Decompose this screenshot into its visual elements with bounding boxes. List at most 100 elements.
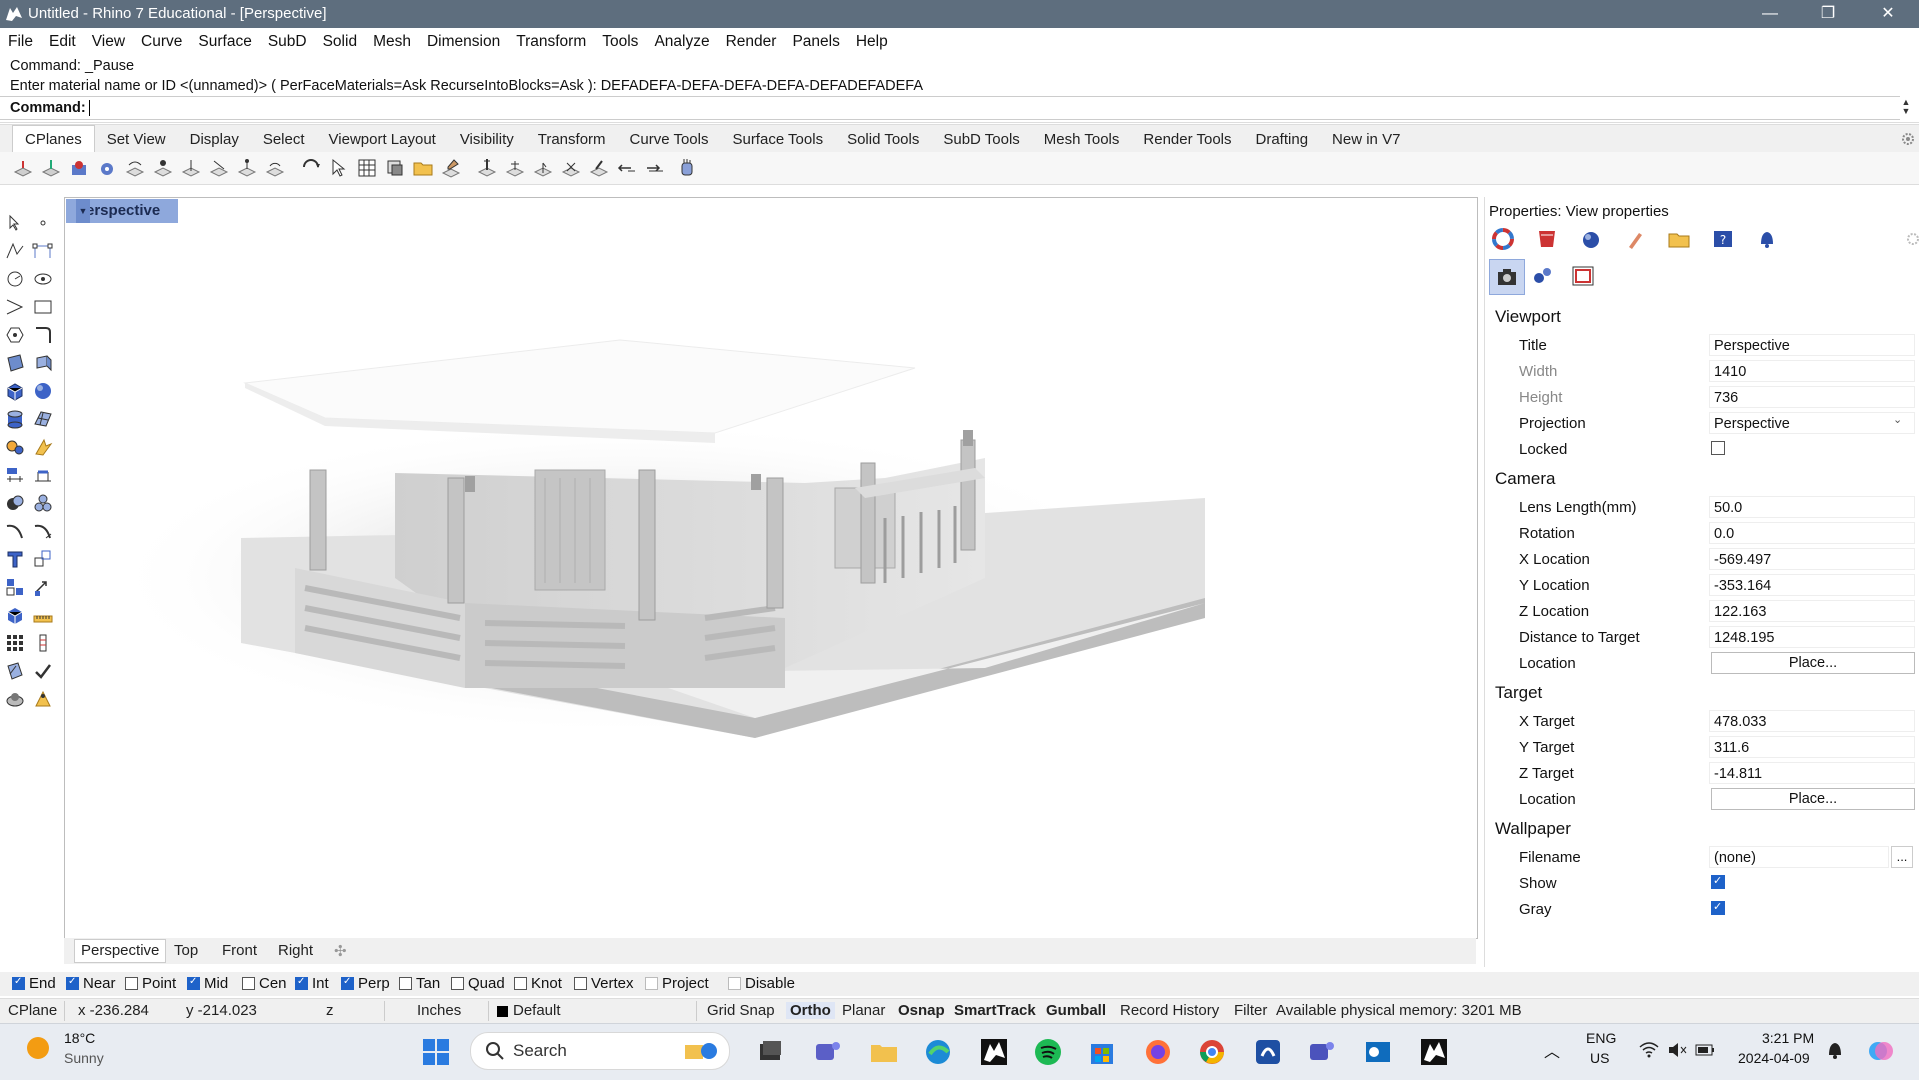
named-views-icon[interactable] bbox=[1531, 264, 1555, 288]
outlook-icon[interactable] bbox=[1362, 1036, 1394, 1068]
x-target-field[interactable]: 478.033 bbox=[1709, 710, 1915, 732]
gumball-toggle[interactable]: Gumball bbox=[1046, 1002, 1106, 1019]
dimension-icon[interactable] bbox=[4, 464, 26, 486]
language-secondary[interactable]: US bbox=[1590, 1050, 1609, 1066]
menu-render[interactable]: Render bbox=[718, 28, 785, 56]
menu-transform[interactable]: Transform bbox=[508, 28, 594, 56]
hand-pan-icon[interactable] bbox=[676, 157, 698, 179]
cplane-xaxis-icon[interactable] bbox=[180, 157, 202, 179]
store-icon[interactable] bbox=[1086, 1036, 1118, 1068]
osnap-disable-checkbox[interactable] bbox=[728, 977, 741, 990]
surface-corner-icon[interactable] bbox=[4, 352, 26, 374]
tab-render-tools[interactable]: Render Tools bbox=[1131, 126, 1243, 154]
boolean-icon[interactable] bbox=[4, 492, 26, 514]
add-viewport-tab-icon[interactable]: ✣ bbox=[334, 942, 347, 960]
environment-icon[interactable] bbox=[1579, 227, 1603, 251]
fillet-curve-icon[interactable] bbox=[32, 324, 54, 346]
viewport-tab-right[interactable]: Right bbox=[278, 942, 313, 959]
target-place-button[interactable]: Place... bbox=[1711, 788, 1915, 810]
mesh-icon[interactable] bbox=[32, 408, 54, 430]
cplane-prev-icon[interactable] bbox=[616, 157, 638, 179]
smarttrack-toggle[interactable]: SmartTrack bbox=[954, 1002, 1036, 1019]
firefox-icon[interactable] bbox=[1142, 1036, 1174, 1068]
transform-icon[interactable] bbox=[32, 576, 54, 598]
cplane-undo-icon[interactable] bbox=[588, 157, 610, 179]
osnap-end-checkbox[interactable] bbox=[12, 976, 25, 990]
tab-select[interactable]: Select bbox=[251, 126, 317, 154]
menu-file[interactable]: File bbox=[0, 28, 41, 56]
cplane-icon[interactable] bbox=[12, 157, 34, 179]
scale-icon[interactable] bbox=[32, 548, 54, 570]
status-layer[interactable]: Default bbox=[513, 1002, 561, 1019]
named-cplane-icon[interactable] bbox=[384, 157, 406, 179]
grid-snap-toggle[interactable]: Grid Snap bbox=[707, 1002, 775, 1019]
osnap-perp-checkbox[interactable] bbox=[341, 976, 354, 990]
osnap-project-checkbox[interactable] bbox=[645, 977, 658, 990]
cplane-zaxis-icon[interactable] bbox=[208, 157, 230, 179]
y-location-field[interactable]: -353.164 bbox=[1709, 574, 1915, 596]
extrude-curve-icon[interactable] bbox=[32, 352, 54, 374]
polygon-icon[interactable] bbox=[4, 324, 26, 346]
minimize-button[interactable]: — bbox=[1747, 0, 1793, 28]
tab-subd-tools[interactable]: SubD Tools bbox=[931, 126, 1031, 154]
viewport-frame-icon[interactable] bbox=[1571, 264, 1595, 288]
clock-time[interactable]: 3:21 PM bbox=[1762, 1030, 1814, 1046]
taskbar-search[interactable]: Search bbox=[470, 1032, 730, 1070]
clock-date[interactable]: 2024-04-09 bbox=[1738, 1050, 1810, 1066]
planar-toggle[interactable]: Planar bbox=[842, 1002, 885, 1019]
render-icon[interactable] bbox=[32, 436, 54, 458]
osnap-disable[interactable]: Disable bbox=[728, 975, 795, 992]
viewport-tab-front[interactable]: Front bbox=[222, 942, 257, 959]
cplane-world-top-icon[interactable] bbox=[476, 157, 498, 179]
grid-array-icon[interactable] bbox=[4, 632, 26, 654]
select-arrow-icon[interactable] bbox=[4, 212, 26, 234]
tab-mesh-tools[interactable]: Mesh Tools bbox=[1032, 126, 1132, 154]
cplane-world-right-icon[interactable] bbox=[532, 157, 554, 179]
teams-icon[interactable] bbox=[812, 1036, 844, 1068]
x-location-field[interactable]: -569.497 bbox=[1709, 548, 1915, 570]
rotate-view-icon[interactable] bbox=[300, 157, 322, 179]
osnap-point[interactable]: Point bbox=[125, 975, 176, 992]
sun-weather-icon[interactable] bbox=[24, 1034, 52, 1062]
tab-visibility[interactable]: Visibility bbox=[448, 126, 526, 154]
camera-place-button[interactable]: Place... bbox=[1711, 652, 1915, 674]
osnap-mid[interactable]: Mid bbox=[187, 975, 228, 992]
tab-curve-tools[interactable]: Curve Tools bbox=[618, 126, 721, 154]
copilot-icon[interactable] bbox=[1866, 1036, 1896, 1066]
menu-help[interactable]: Help bbox=[848, 28, 896, 56]
osnap-knot-checkbox[interactable] bbox=[514, 977, 527, 990]
osnap-point-checkbox[interactable] bbox=[125, 977, 138, 990]
status-cplane[interactable]: CPlane bbox=[8, 1002, 57, 1019]
notification-bell-icon[interactable] bbox=[1826, 1040, 1844, 1060]
curve-from-object-icon[interactable] bbox=[4, 520, 26, 542]
viewport-title-tab[interactable]: Perspective ▼ bbox=[66, 199, 178, 223]
wifi-icon[interactable] bbox=[1638, 1041, 1660, 1059]
circle-icon[interactable] bbox=[4, 268, 26, 290]
cylinder-icon[interactable] bbox=[4, 408, 26, 430]
menu-analyze[interactable]: Analyze bbox=[646, 28, 717, 56]
cplane-view-icon[interactable] bbox=[236, 157, 258, 179]
text-icon[interactable] bbox=[4, 548, 26, 570]
leader-icon[interactable] bbox=[32, 464, 54, 486]
menu-dimension[interactable]: Dimension bbox=[419, 28, 508, 56]
battery-icon[interactable] bbox=[1694, 1041, 1716, 1059]
spotify-icon[interactable] bbox=[1032, 1036, 1064, 1068]
tab-new-in-v7[interactable]: New in V7 bbox=[1320, 126, 1412, 154]
browse-button[interactable]: ... bbox=[1891, 846, 1913, 868]
gray-checkbox[interactable] bbox=[1711, 900, 1725, 915]
ortho-toggle[interactable]: Ortho bbox=[786, 1002, 835, 1019]
tab-solid-tools[interactable]: Solid Tools bbox=[835, 126, 931, 154]
osnap-tan-checkbox[interactable] bbox=[399, 977, 412, 990]
point-icon[interactable] bbox=[32, 212, 54, 234]
cplane-curve-icon[interactable] bbox=[124, 157, 146, 179]
ruler-icon[interactable] bbox=[32, 604, 54, 626]
cplane-next-icon[interactable] bbox=[644, 157, 666, 179]
notifications-icon[interactable] bbox=[1755, 227, 1779, 251]
rhino-active-icon[interactable] bbox=[1418, 1036, 1450, 1068]
menu-edit[interactable]: Edit bbox=[41, 28, 84, 56]
help-icon[interactable]: ? bbox=[1711, 227, 1735, 251]
menu-tools[interactable]: Tools bbox=[594, 28, 646, 56]
osnap-project[interactable]: Project bbox=[645, 975, 709, 992]
osnap-cen-checkbox[interactable] bbox=[242, 977, 255, 990]
tab-set-view[interactable]: Set View bbox=[95, 126, 178, 154]
